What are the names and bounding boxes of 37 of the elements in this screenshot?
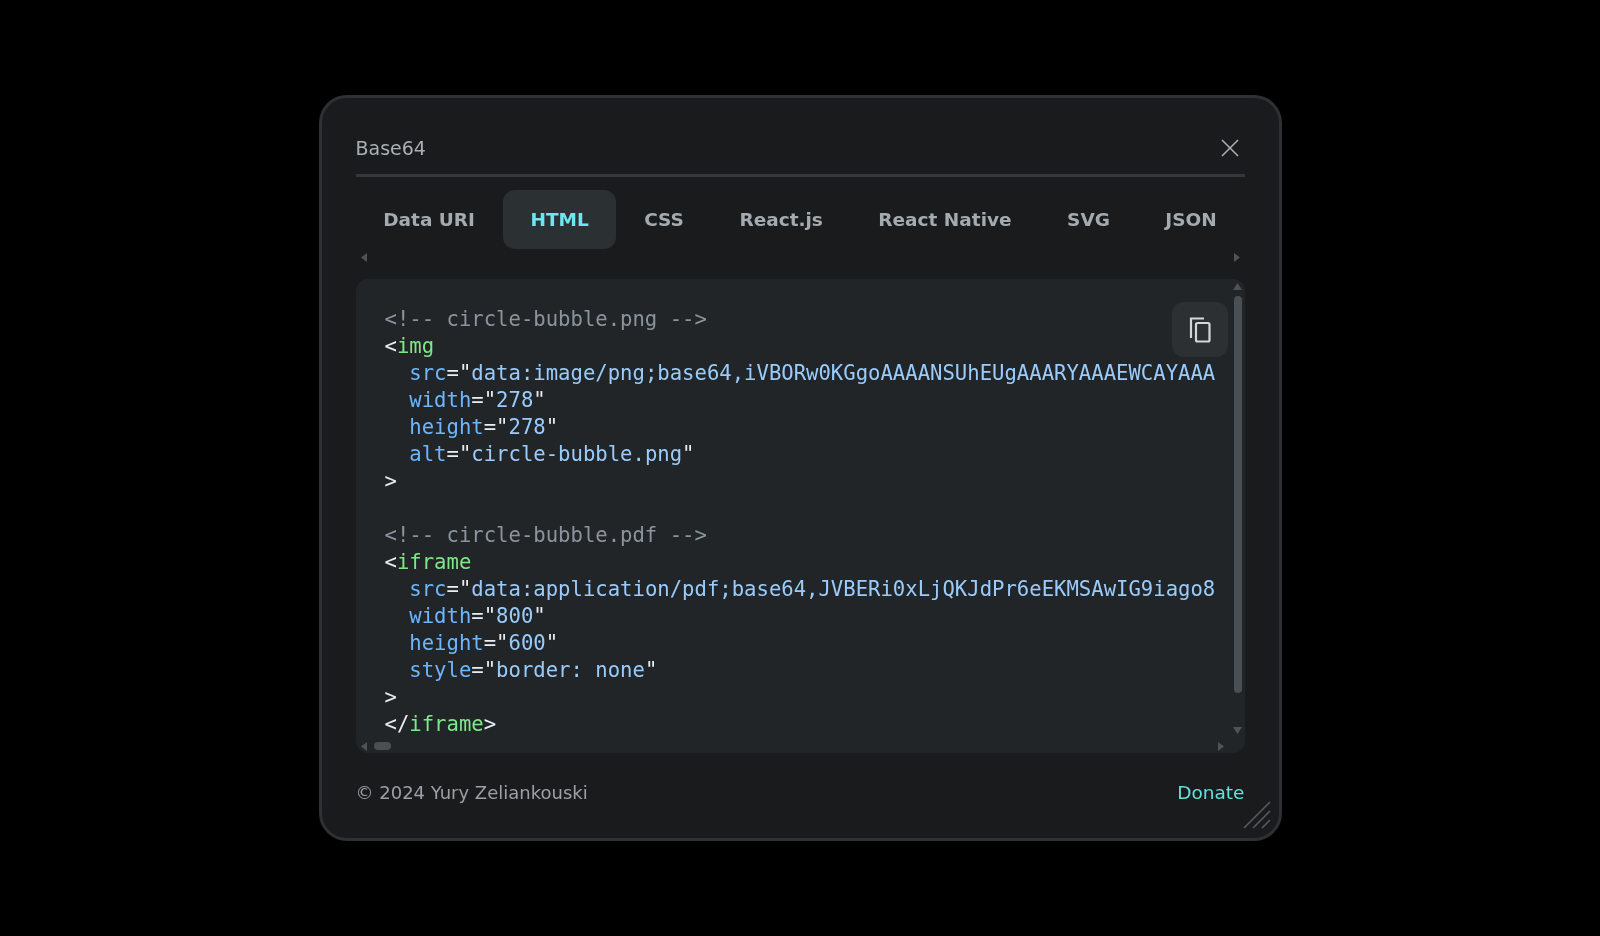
scroll-up-icon[interactable]	[1233, 283, 1242, 290]
close-icon	[1220, 139, 1239, 157]
copy-icon	[1188, 316, 1211, 343]
code-line: width="278"	[409, 387, 546, 414]
donate-link[interactable]: Donate	[1177, 781, 1245, 803]
code-line: src="data:image/png;base64,iVBORw0KGgoAAAANSUhEUgAAARYAAAEWCAYAAA	[409, 360, 1216, 387]
code-line: alt="circle-bubble.png"	[409, 441, 695, 468]
code-line: height="600"	[409, 630, 559, 657]
code-line: >	[384, 468, 397, 495]
tab[interactable]: CSS	[616, 190, 712, 249]
scroll-left-icon[interactable]	[360, 252, 367, 262]
tab[interactable]: JSON	[1137, 190, 1245, 249]
code-line: <img	[384, 333, 435, 360]
scroll-right-icon[interactable]	[1233, 252, 1240, 262]
code-line: style="border: none"	[409, 657, 658, 684]
code-line: height="278"	[409, 414, 559, 441]
code-line: <!-- circle-bubble.png -->	[384, 306, 707, 333]
tab[interactable]: Data URI	[355, 190, 503, 249]
code-line: >	[384, 684, 397, 711]
tab[interactable]: React.js	[711, 190, 851, 249]
scroll-down-icon[interactable]	[1233, 727, 1242, 734]
scroll-right-icon[interactable]	[1217, 741, 1224, 751]
scrollbar-thumb[interactable]	[373, 742, 391, 750]
code-line: <!-- circle-bubble.pdf -->	[384, 522, 707, 549]
copyright-text: © 2024 Yury Zeliankouski	[355, 781, 588, 803]
code-line: <iframe	[384, 549, 472, 576]
code-line: </iframe>	[384, 711, 497, 738]
scroll-left-icon[interactable]	[360, 741, 367, 751]
dialog-title: Base64	[355, 137, 426, 159]
code-line: width="800"	[409, 603, 546, 630]
tab[interactable]: SVG	[1039, 190, 1138, 249]
tab[interactable]: HTML	[502, 190, 617, 249]
resize-grip-icon[interactable]	[1242, 801, 1271, 829]
tab[interactable]: React Native	[850, 190, 1040, 249]
copy-button[interactable]	[1171, 302, 1228, 357]
scrollbar-thumb[interactable]	[1233, 296, 1242, 693]
code-line: src="data:application/pdf;base64,JVBERi0xLjQKJdPr6eEKMSAwIG9iago8	[409, 576, 1216, 603]
